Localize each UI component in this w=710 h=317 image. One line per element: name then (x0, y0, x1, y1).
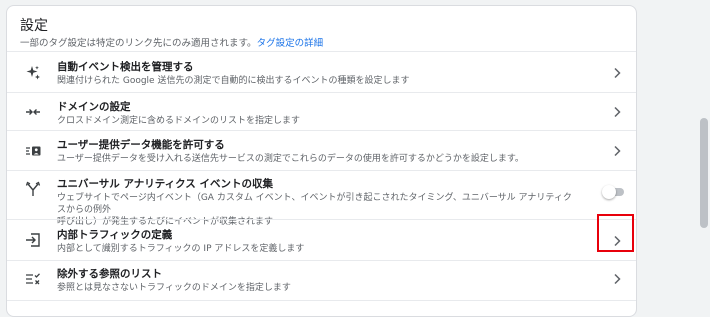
row-description: クロスドメイン測定に含めるドメインのリストを指定します (57, 116, 301, 126)
settings-row-user-provided-data[interactable]: ユーザー提供データ機能を許可する ユーザー提供データを受け入れる送信先サービスの… (7, 130, 636, 171)
settings-row-domain-settings[interactable]: ドメインの設定 クロスドメイン測定に含めるドメインのリストを指定します (7, 92, 636, 131)
settings-row-internal-traffic[interactable]: 内部トラフィックの定義 内部として識別するトラフィックの IP アドレスを定義し… (7, 219, 636, 261)
row-text: 内部トラフィックの定義 内部として識別するトラフィックの IP アドレスを定義し… (57, 229, 576, 255)
row-description: ウェブサイトでページ内イベント（GA カスタム イベント、イベントが引き起こされ… (57, 193, 572, 215)
settings-row-ua-event-collection: ユニバーサル アナリティクス イベントの収集 ウェブサイトでページ内イベント（G… (7, 170, 636, 227)
row-description: 関連付けられた Google 送信先の測定で自動的に検出するイベントの種類を設定… (57, 76, 410, 86)
toggle-knob (602, 185, 616, 199)
settings-header: 設定 一部のタグ設定は特定のリンク先にのみ適用されます。タグ設定の詳細 (20, 18, 626, 50)
row-description: 参照とは見なさないトラフィックのドメインを指定します (57, 283, 291, 293)
row-title: ドメインの設定 (57, 101, 131, 113)
row-title: 内部トラフィックの定義 (57, 229, 173, 241)
row-description: ユーザー提供データを受け入れる送信先サービスの測定でこれらのデータの使用を許可す… (57, 154, 524, 164)
row-text: 除外する参照のリスト 参照とは見なさないトラフィックのドメインを指定します (57, 268, 576, 294)
row-text: ドメインの設定 クロスドメイン測定に含めるドメインのリストを指定します (57, 101, 576, 127)
fork-icon (25, 181, 41, 196)
chevron-right-icon[interactable] (610, 66, 624, 80)
highlight-box (597, 214, 634, 252)
scrollbar-thumb[interactable] (700, 118, 708, 228)
settings-row-next-partial (7, 300, 636, 316)
login-icon (26, 233, 40, 247)
page-title: 設定 (20, 18, 48, 34)
row-title: 自動イベント検出を管理する (57, 61, 194, 73)
settings-card: 設定 一部のタグ設定は特定のリンク先にのみ適用されます。タグ設定の詳細 自動イベ… (6, 5, 637, 317)
sparkle-icon (26, 65, 40, 80)
chevron-right-icon[interactable] (610, 105, 624, 119)
chevron-right-icon[interactable] (610, 272, 624, 286)
row-title: ユーザー提供データ機能を許可する (57, 139, 225, 151)
row-title: 除外する参照のリスト (57, 268, 162, 280)
merge-arrows-icon (26, 109, 40, 115)
subtitle-text: 一部のタグ設定は特定のリンク先にのみ適用されます。 (20, 38, 257, 49)
contact-card-icon (26, 146, 41, 156)
settings-row-excluded-referrals[interactable]: 除外する参照のリスト 参照とは見なさないトラフィックのドメインを指定します (7, 260, 636, 301)
settings-subtitle: 一部のタグ設定は特定のリンク先にのみ適用されます。タグ設定の詳細 (20, 37, 626, 50)
row-text: ユーザー提供データ機能を許可する ユーザー提供データを受け入れる送信先サービスの… (57, 139, 576, 165)
row-description: 内部として識別するトラフィックの IP アドレスを定義します (57, 244, 305, 254)
row-text: 自動イベント検出を管理する 関連付けられた Google 送信先の測定で自動的に… (57, 61, 576, 87)
list-check-icon (26, 273, 40, 285)
ua-event-collection-toggle[interactable] (602, 185, 626, 199)
row-title: ユニバーサル アナリティクス イベントの収集 (57, 178, 273, 190)
chevron-right-icon[interactable] (610, 144, 624, 158)
settings-row-auto-event-detection[interactable]: 自動イベント検出を管理する 関連付けられた Google 送信先の測定で自動的に… (7, 51, 636, 93)
tag-settings-details-link[interactable]: タグ設定の詳細 (257, 38, 324, 49)
